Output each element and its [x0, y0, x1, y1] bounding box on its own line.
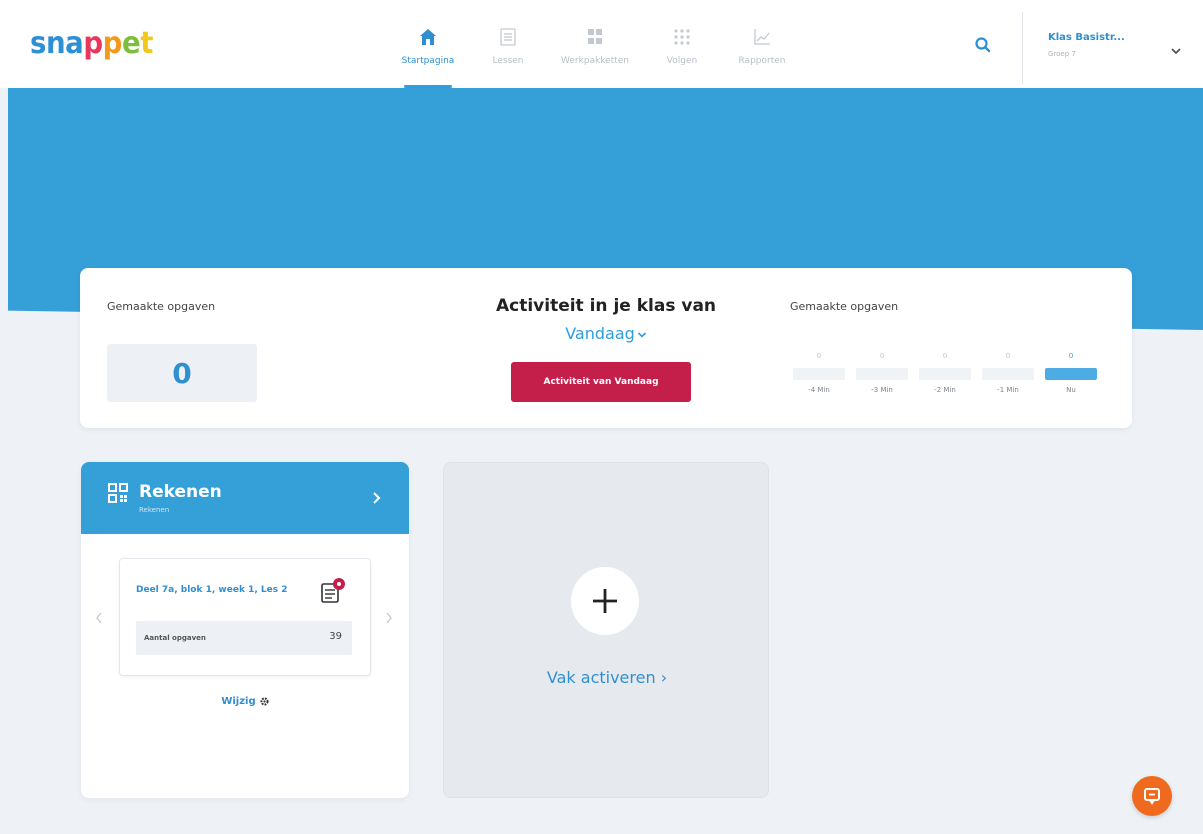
package-grid-icon — [584, 26, 606, 48]
chart-bar — [919, 368, 971, 380]
carousel-prev-button[interactable] — [93, 610, 105, 626]
chevron-down-icon — [1170, 42, 1182, 55]
chart-category-label: -2 Min — [934, 386, 956, 394]
chart-column: 0 -4 Min — [793, 352, 845, 402]
subject-card-rekenen: Rekenen Rekenen Deel 7a, blok 1, week 1,… — [81, 462, 409, 798]
logo-letter: p — [102, 26, 123, 61]
chart-bar — [982, 368, 1034, 380]
nav-label: Rapporten — [738, 56, 786, 66]
chart-column: 0 -3 Min — [856, 352, 908, 402]
chat-button[interactable] — [1132, 776, 1172, 816]
carousel-next-button[interactable] — [383, 610, 395, 626]
lesson-card[interactable]: Deel 7a, blok 1, week 1, Les 2 Aantal op… — [119, 558, 371, 676]
chart-bar — [856, 368, 908, 380]
subject-header[interactable]: Rekenen Rekenen — [81, 462, 409, 534]
chart-value-label: 0 — [816, 352, 822, 360]
change-link[interactable]: Wijzig — [81, 696, 409, 707]
lesson-title: Deel 7a, blok 1, week 1, Les 2 — [136, 585, 288, 595]
nav-werkpakketten[interactable]: Werkpakketten — [548, 0, 642, 88]
nav-label: Startpagina — [401, 56, 455, 66]
nav-lessen[interactable]: Lessen — [468, 0, 548, 88]
logo-letter: e — [121, 26, 141, 61]
completed-tasks-label: Gemaakte opgaven — [107, 300, 216, 313]
class-group: Groep 7 — [1048, 50, 1076, 58]
activate-subject-label: Vak activeren › — [546, 668, 668, 687]
line-chart-icon — [751, 26, 773, 48]
chart-column: 0 Nu — [1045, 352, 1097, 402]
chart-bar — [1045, 368, 1097, 380]
completed-tasks-count: 0 — [107, 344, 257, 402]
chevron-right-icon — [369, 490, 383, 504]
dots-grid-icon — [671, 26, 693, 48]
nav-label: Volgen — [666, 56, 698, 66]
snappet-logo[interactable]: snappet — [30, 26, 153, 61]
class-selector[interactable]: Klas Basistr... Groep 7 — [1040, 30, 1190, 66]
chart-category-label: -1 Min — [997, 386, 1019, 394]
chevron-down-icon — [637, 331, 646, 338]
nav-startpagina[interactable]: Startpagina — [388, 0, 468, 88]
top-navigation-bar: snappet Startpagina Lessen Werkpakketten… — [0, 0, 1203, 88]
logo-letter: n — [45, 26, 66, 61]
task-count-row: Aantal opgaven 39 — [136, 621, 352, 655]
nav-volgen[interactable]: Volgen — [642, 0, 722, 88]
nav-label: Werkpakketten — [561, 56, 629, 66]
logo-letter: a — [65, 26, 84, 61]
gear-icon — [260, 696, 269, 706]
period-dropdown[interactable]: Vandaag — [460, 324, 752, 343]
period-value: Vandaag — [565, 324, 635, 343]
activity-title: Activiteit in je klas van — [495, 296, 717, 316]
subject-subtitle: Rekenen — [139, 506, 170, 514]
chart-column: 0 -1 Min — [982, 352, 1034, 402]
plus-icon — [571, 567, 639, 635]
chart-value-label: 0 — [942, 352, 948, 360]
completed-tasks-chart-label: Gemaakte opgaven — [790, 300, 899, 313]
header-divider — [1022, 12, 1023, 84]
class-name: Klas Basistr... — [1048, 32, 1125, 43]
chart-column: 0 -2 Min — [919, 352, 971, 402]
main-nav: Startpagina Lessen Werkpakketten Volgen … — [388, 0, 802, 88]
nav-label: Lessen — [492, 56, 524, 66]
chart-value-label: 0 — [879, 352, 885, 360]
chart-bar — [793, 368, 845, 380]
count-value: 0 — [172, 356, 192, 390]
change-label: Wijzig — [221, 696, 256, 707]
search-icon[interactable] — [972, 34, 994, 56]
tasks-per-minute-chart: 0 -4 Min 0 -3 Min 0 -2 Min 0 -1 Min 0 Nu — [793, 352, 1103, 402]
logo-letter: p — [83, 26, 103, 61]
home-icon — [417, 26, 439, 48]
chart-value-label: 0 — [1005, 352, 1011, 360]
lesson-document-icon — [320, 577, 346, 605]
activity-today-button[interactable]: Activiteit van Vandaag — [511, 362, 691, 402]
chart-category-label: -3 Min — [871, 386, 893, 394]
task-count-label: Aantal opgaven — [144, 634, 206, 642]
chat-icon — [1144, 788, 1160, 805]
chart-value-label: 0 — [1068, 352, 1074, 360]
document-list-icon — [497, 26, 519, 48]
qr-grid-icon — [107, 482, 129, 504]
logo-letter: t — [140, 26, 153, 61]
logo-letter: s — [30, 26, 46, 61]
chart-category-label: Nu — [1066, 386, 1076, 394]
activity-card: Gemaakte opgaven 0 Activiteit in je klas… — [80, 268, 1132, 428]
activate-subject-card[interactable]: Vak activeren › — [443, 462, 769, 798]
chart-category-label: -4 Min — [808, 386, 830, 394]
subject-title: Rekenen — [139, 482, 222, 502]
nav-rapporten[interactable]: Rapporten — [722, 0, 802, 88]
task-count-value: 39 — [329, 631, 342, 642]
